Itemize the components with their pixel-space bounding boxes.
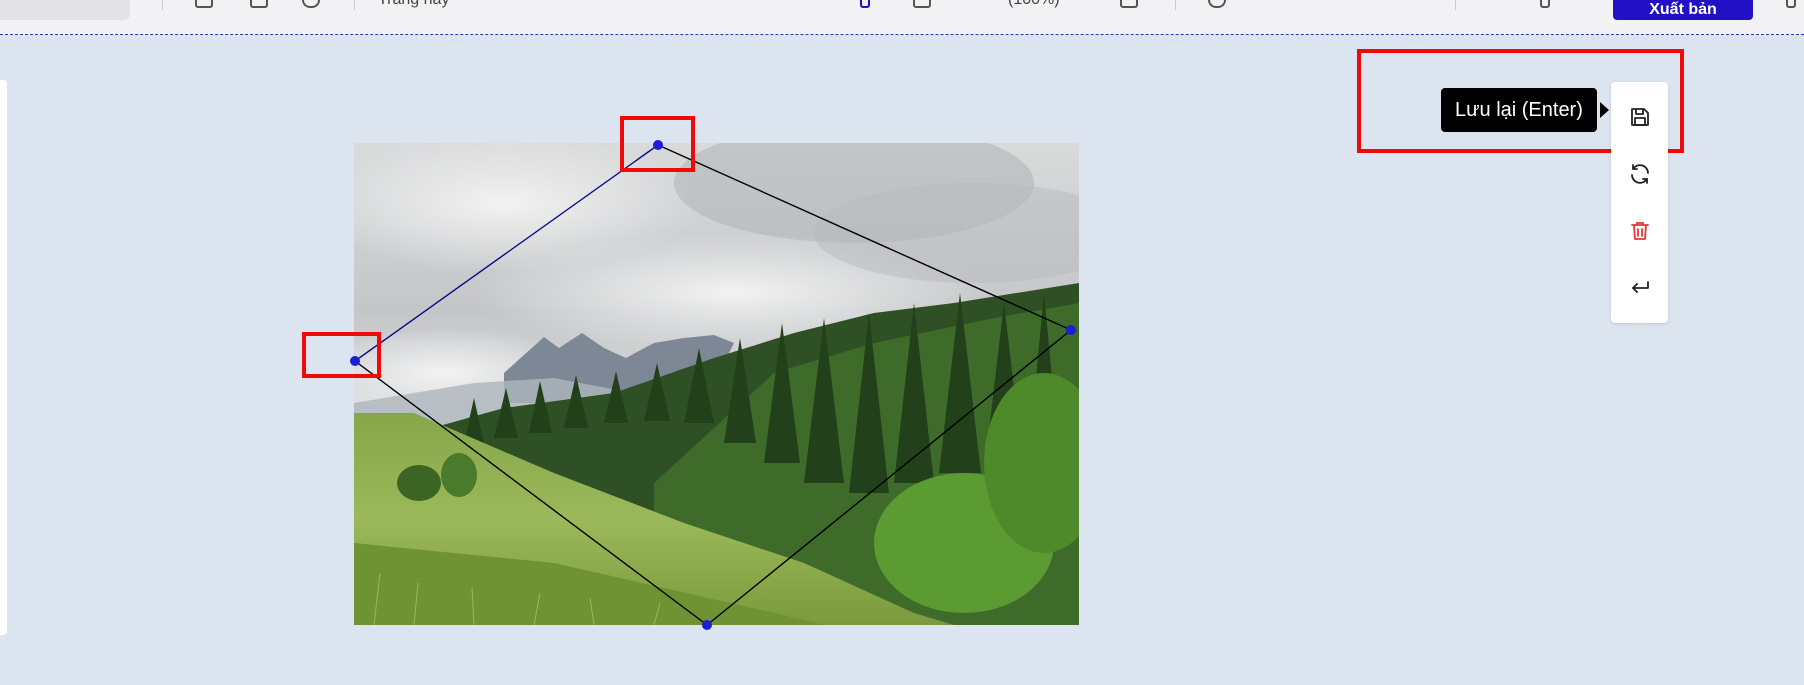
crop-edge-top-left <box>354 144 659 362</box>
crop-edge-bottom-right <box>706 329 1072 626</box>
crop-edge-bottom-left <box>354 360 708 626</box>
delete-button[interactable] <box>1619 210 1660 251</box>
save-tooltip: Lưu lại (Enter) <box>1441 88 1597 132</box>
refresh-icon <box>1630 163 1649 184</box>
cancel-button[interactable] <box>1619 267 1660 308</box>
tooltip-arrow <box>1600 102 1609 118</box>
highlight-handle-left <box>302 332 381 378</box>
crop-handle-right[interactable] <box>1066 325 1076 335</box>
return-icon <box>1631 280 1649 293</box>
save-button[interactable] <box>1619 96 1660 137</box>
trash-icon <box>1630 221 1649 240</box>
crop-action-toolbar <box>1611 82 1668 323</box>
crop-handle-bottom[interactable] <box>702 620 712 630</box>
highlight-handle-top <box>620 116 695 172</box>
reset-button[interactable] <box>1619 153 1660 194</box>
crop-edge-top-right <box>657 144 1072 331</box>
save-icon <box>1630 107 1649 126</box>
